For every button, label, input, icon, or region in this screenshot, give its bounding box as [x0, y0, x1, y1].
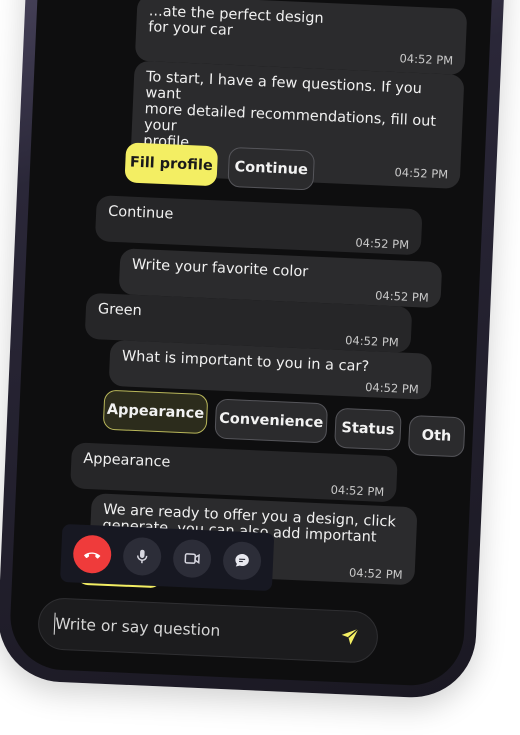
chat-bubble-icon: [235, 554, 249, 567]
microphone-icon: [136, 549, 148, 564]
continue-button[interactable]: Continue: [227, 146, 316, 191]
send-icon[interactable]: [338, 625, 361, 648]
chat-button[interactable]: [222, 540, 262, 581]
video-icon: [184, 553, 200, 565]
phone-hangup-icon: [83, 552, 101, 559]
fill-profile-button[interactable]: Fill profile: [124, 142, 219, 187]
hangup-button[interactable]: [72, 534, 113, 575]
user-message: Continue 04:52 PM: [94, 195, 423, 256]
other-chip[interactable]: Oth: [407, 414, 466, 458]
phone-frame: ...ate the perfect design for your car 0…: [0, 0, 511, 701]
call-controls: [59, 523, 275, 592]
convenience-chip[interactable]: Convenience: [214, 398, 329, 444]
microphone-button[interactable]: [122, 536, 162, 577]
video-button[interactable]: [172, 538, 212, 579]
status-chip[interactable]: Status: [334, 407, 402, 451]
input-placeholder: Write or say question: [54, 614, 221, 640]
chat-screen: ...ate the perfect design for your car 0…: [8, 0, 498, 688]
question-input[interactable]: Write or say question: [37, 596, 379, 664]
appearance-chip[interactable]: Appearance: [102, 389, 209, 435]
